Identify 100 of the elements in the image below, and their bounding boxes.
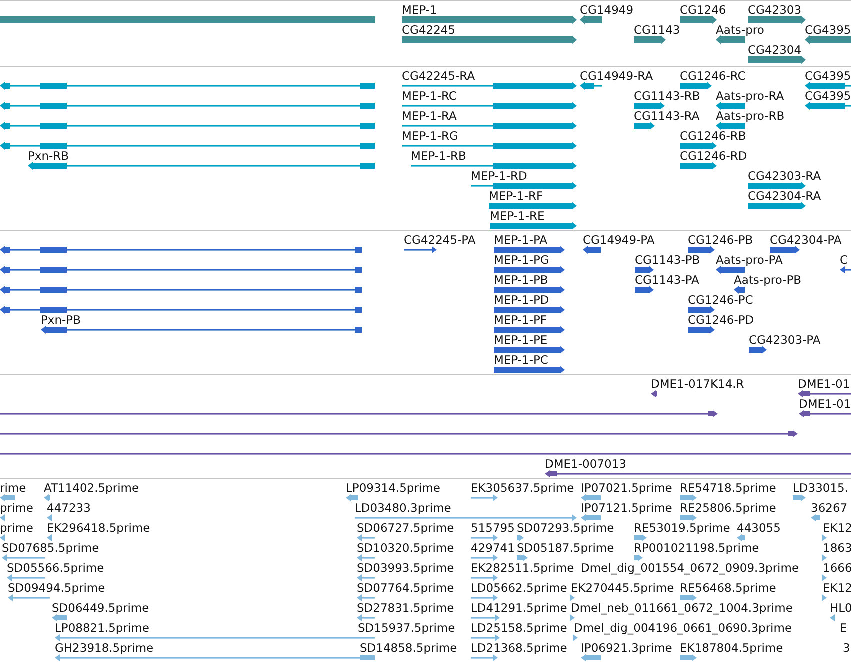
feature-label: CG14949 <box>580 4 634 17</box>
feature-label: DME1-017K14.R <box>651 378 744 391</box>
feature-label: RP001021198.5prime <box>634 542 760 555</box>
feature-label: IP06921.3prime <box>581 642 672 655</box>
feature-label: CG1246-RD <box>680 150 748 163</box>
feature-label: CG1143-PA <box>635 274 700 287</box>
feature-label: SD10320.5prime <box>357 542 454 555</box>
feature-label: 429741 <box>471 542 515 555</box>
feature-label: LD33015. <box>793 482 849 495</box>
feature-label: SD07293.5prime <box>517 522 614 535</box>
feature-label: C <box>840 254 848 267</box>
feature-label: MEP-1-PF <box>494 314 548 327</box>
feature-label: prime <box>0 502 34 515</box>
feature-label: LD25158.5prime <box>471 622 568 635</box>
feature-label: EK12 <box>823 522 851 535</box>
feature-label: SD05187.5prime <box>517 542 614 555</box>
feature-label: MEP-1-PC <box>494 354 548 367</box>
feature-label: LD03480.3prime <box>355 502 452 515</box>
feature-label: IP07121.5prime <box>581 502 672 515</box>
feature-label: SD03993.5prime <box>357 562 454 575</box>
feature-label: DME1-01 <box>799 398 851 411</box>
feature-label: CG4395 <box>805 70 851 83</box>
feature-label: MEP-1-RF <box>489 190 544 203</box>
feature-label: MEP-1-RC <box>402 90 457 103</box>
feature-label: rime <box>0 482 26 495</box>
feature-label: MEP-1-RG <box>402 130 458 143</box>
feature-label: Aats-pro-RA <box>716 90 784 103</box>
feature-label: 3 <box>843 642 850 655</box>
feature-label: Aats-pro <box>716 24 764 37</box>
feature-label: RE54718.5prime <box>680 482 776 495</box>
feature-label: CG1143-PB <box>635 254 700 267</box>
feature-label: Aats-pro-PB <box>734 274 802 287</box>
feature-label: 36267 <box>811 502 848 515</box>
feature-label: LD41291.5prime <box>471 602 568 615</box>
feature-label: CG1246 <box>680 4 726 17</box>
feature-label: CG1246-PB <box>688 234 754 247</box>
feature-label: MEP-1-PD <box>494 294 550 307</box>
feature-label: MEP-1-RB <box>411 150 466 163</box>
feature-label: CG42245-PA <box>404 234 476 247</box>
feature-label: MEP-1-PE <box>494 334 548 347</box>
feature-label: CG4395 <box>805 24 851 37</box>
feature-label: DME1-01 <box>798 378 850 391</box>
feature-label: RE56468.5prime <box>680 582 776 595</box>
feature-label: E <box>840 622 848 635</box>
feature-label: CG1246-RB <box>680 130 746 143</box>
feature-label: 447233 <box>47 502 91 515</box>
feature-label: CG14949-PA <box>583 234 655 247</box>
feature-label: CG42303 <box>748 4 802 17</box>
feature-label: IP07021.5prime <box>581 482 672 495</box>
feature-label: CG1143-RB <box>634 90 700 103</box>
feature-label: CG14949-RA <box>580 70 654 83</box>
feature-label: SD06449.5prime <box>52 602 150 615</box>
feature-label: LP08821.5prime <box>55 622 150 635</box>
feature-label: LP09314.5prime <box>346 482 440 495</box>
feature-label: Dmel_dig_001554_0672_0909.3prime <box>581 562 800 575</box>
feature-label: SD09494.5prime <box>8 582 106 595</box>
feature-label: SD07764.5prime <box>357 582 454 595</box>
feature-label: CG42303-RA <box>748 170 822 183</box>
feature-label: EK282511.5prime <box>471 562 574 575</box>
feature-label: SD15937.5prime <box>358 622 456 635</box>
feature-label: CG42304-RA <box>748 190 822 203</box>
feature-label: AT11402.5prime <box>44 482 140 495</box>
feature-label: CG1246-RC <box>680 70 746 83</box>
feature-label: MEP-1-PB <box>494 274 548 287</box>
feature-label: CG1246-PC <box>688 294 754 307</box>
feature-label: Aats-pro-RB <box>716 110 785 123</box>
feature-label: CG42304 <box>748 44 802 57</box>
feature-label: CG42304-PA <box>770 234 842 247</box>
feature-label: Pxn-PB <box>41 314 82 327</box>
feature-label: RE53019.5prime <box>634 522 730 535</box>
feature-label: CG1246-PD <box>688 314 754 327</box>
feature-label: RE25806.5prime <box>680 502 776 515</box>
feature-label: EK12 <box>823 582 851 595</box>
feature-label: 1863 <box>823 542 851 555</box>
feature-label: CG42245-RA <box>402 70 476 83</box>
feature-label: DME1-007013 <box>545 458 626 471</box>
feature-label: MEP-1-RE <box>490 210 545 223</box>
feature-label: MEP-1 <box>402 4 438 17</box>
feature-label: EK296418.5prime <box>47 522 150 535</box>
feature-label: Aats-pro-PA <box>716 254 783 267</box>
feature-label: CG42245 <box>402 24 456 37</box>
feature-label: EK305637.5prime <box>471 482 574 495</box>
feature-label: SD05566.5prime <box>7 562 104 575</box>
feature-label: CG1143 <box>634 24 680 37</box>
feature-label: LD21368.5prime <box>471 642 568 655</box>
feature-label: Dmel_neb_011661_0672_1004.3prime <box>571 602 793 615</box>
feature-label: LD05662.5prime <box>471 582 568 595</box>
feature-label: Dmel_dig_004196_0661_0690.3prime <box>574 622 792 635</box>
feature-label: 443055 <box>737 522 781 535</box>
feature-label: Pxn-RB <box>28 150 70 163</box>
feature-label: EK187804.5prime <box>680 642 784 655</box>
feature-label: SD14858.5prime <box>360 642 458 655</box>
feature-label: SD06727.5prime <box>357 522 454 535</box>
feature-label: MEP-1-RD <box>471 170 528 183</box>
feature-label: CG42303-PA <box>749 334 821 347</box>
feature-label: prime <box>0 522 34 535</box>
feature-label: CG4395 <box>805 90 851 103</box>
feature-label: GH23918.5prime <box>55 642 154 655</box>
feature-label: SD27831.5prime <box>357 602 454 615</box>
feature-label: MEP-1-PA <box>494 234 548 247</box>
